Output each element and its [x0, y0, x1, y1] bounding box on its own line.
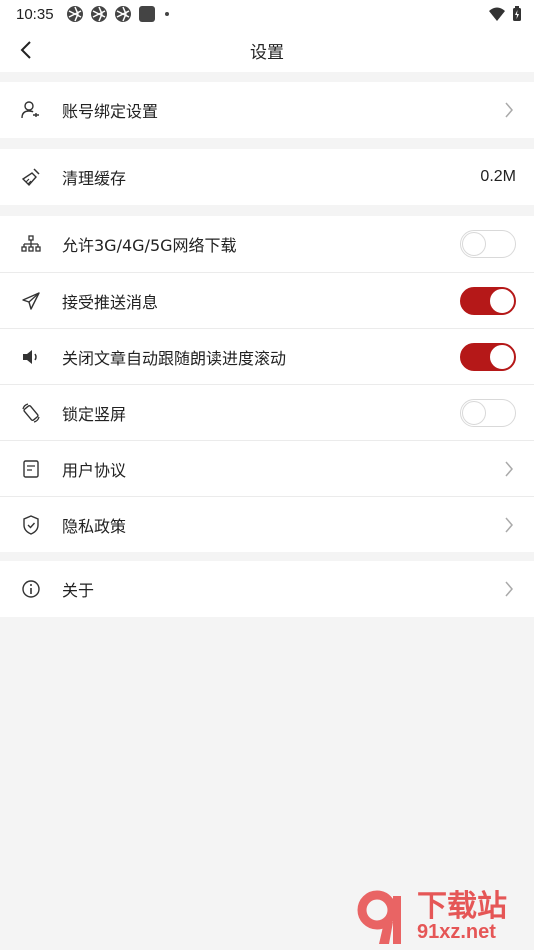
network-icon [20, 233, 42, 255]
lock-portrait-toggle[interactable] [460, 398, 516, 427]
cache-size-value: 0.2M [480, 168, 516, 185]
privacy-policy-item[interactable]: 隐私政策 [0, 496, 534, 552]
watermark-logo-icon [357, 890, 401, 944]
about-item[interactable]: 关于 [0, 561, 534, 617]
page-title: 设置 [250, 42, 284, 63]
push-messages-toggle[interactable] [460, 286, 516, 315]
shield-check-icon [20, 514, 42, 536]
watermark-cn-text: 下载站 [417, 889, 507, 924]
auto-scroll-label: 关闭文章自动跟随朗读进度滚动 [62, 348, 287, 368]
toggle-knob [490, 288, 514, 313]
chevron-right-icon [502, 514, 516, 536]
account-group: 账号绑定设置 [0, 82, 534, 138]
back-button[interactable] [12, 36, 40, 64]
user-agreement-item[interactable]: 用户协议 [0, 440, 534, 496]
privacy-policy-label: 隐私政策 [62, 516, 127, 536]
speaker-icon [20, 346, 42, 368]
notification-icons [66, 5, 172, 23]
screen-rotation-icon [20, 402, 42, 424]
chevron-right-icon [502, 99, 516, 121]
square-app-icon [138, 6, 155, 22]
account-binding-item[interactable]: 账号绑定设置 [0, 82, 534, 138]
send-icon [20, 290, 42, 312]
network-download-item: 允许3G/4G/5G网络下载 [0, 216, 534, 272]
app-header: 设置 [0, 28, 534, 72]
network-download-label: 允许3G/4G/5G网络下载 [62, 236, 237, 255]
auto-scroll-toggle[interactable] [460, 342, 516, 371]
clear-cache-label: 清理缓存 [62, 169, 127, 188]
chevron-left-icon [20, 41, 31, 59]
preferences-group: 允许3G/4G/5G网络下载 接受推送消息 关闭文章自动跟随朗读进度滚动 锁定竖… [0, 216, 534, 552]
about-label: 关于 [62, 581, 95, 600]
status-bar: 10:35 [0, 0, 534, 28]
status-time: 10:35 [16, 5, 54, 23]
info-icon [20, 578, 42, 600]
clear-cache-item[interactable]: 清理缓存 0.2M [0, 149, 534, 205]
toggle-knob [462, 400, 486, 425]
push-messages-label: 接受推送消息 [62, 292, 159, 312]
dot-icon [164, 12, 169, 16]
chevron-right-icon [502, 578, 516, 600]
cache-group: 清理缓存 0.2M [0, 149, 534, 205]
toggle-knob [462, 232, 486, 256]
user-link-icon [20, 99, 42, 121]
lock-portrait-item: 锁定竖屏 [0, 384, 534, 440]
aperture-icon [90, 6, 107, 22]
auto-scroll-item: 关闭文章自动跟随朗读进度滚动 [0, 328, 534, 384]
chevron-right-icon [502, 458, 516, 480]
about-group: 关于 [0, 561, 534, 617]
broom-icon [20, 166, 42, 188]
watermark: 下载站 91xz.net [355, 886, 530, 948]
aperture-icon [114, 6, 131, 22]
account-binding-label: 账号绑定设置 [62, 102, 159, 121]
push-messages-item: 接受推送消息 [0, 272, 534, 328]
toggle-knob [490, 344, 514, 369]
watermark-en-text: 91xz.net [417, 921, 496, 943]
user-agreement-label: 用户协议 [62, 460, 127, 480]
document-icon [20, 458, 42, 480]
battery-icon [513, 6, 521, 21]
wifi-icon [489, 7, 505, 21]
lock-portrait-label: 锁定竖屏 [62, 404, 127, 424]
network-download-toggle[interactable] [460, 230, 516, 258]
aperture-icon [66, 6, 83, 22]
